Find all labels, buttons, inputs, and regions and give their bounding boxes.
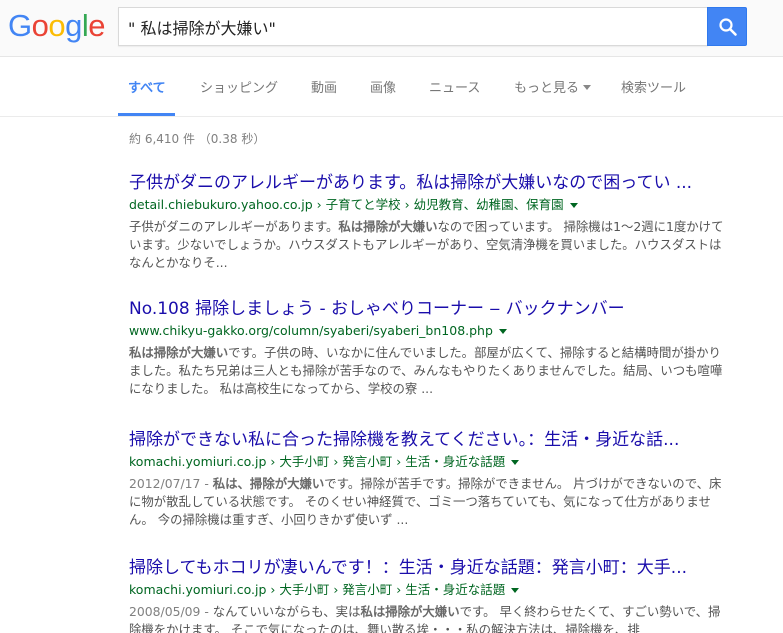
chevron-down-icon <box>583 85 592 90</box>
search-box[interactable] <box>118 7 708 46</box>
snippet-highlight: 私は掃除が大嫌い <box>129 345 229 360</box>
header: Google <box>0 0 783 57</box>
result-url[interactable]: komachi.yomiuri.co.jp › 大手小町 › 発言小町 › 生活… <box>129 581 769 599</box>
result-url[interactable]: www.chikyu-gakko.org/column/syaberi/syab… <box>129 322 769 340</box>
search-icon <box>719 18 737 36</box>
result-url-text: detail.chiebukuro.yahoo.co.jp › 子育てと学校 ›… <box>129 197 564 212</box>
tab-more-label: もっと見る <box>514 81 580 96</box>
google-logo[interactable]: Google <box>8 8 106 44</box>
tab-videos[interactable]: 動画 <box>311 77 337 96</box>
snippet-highlight: 私は、掃除が大嫌い <box>212 476 325 491</box>
result-title-link[interactable]: 掃除してもホコリが凄いんです！：生活・身近な話題：発言小町：大手... <box>129 557 769 579</box>
snippet-highlight: 私は掃除が大嫌い <box>338 219 438 234</box>
search-result: 掃除してもホコリが凄いんです！：生活・身近な話題：発言小町：大手... koma… <box>129 557 769 633</box>
result-date: 2012/07/17 - <box>129 476 213 491</box>
result-snippet: 2012/07/17 - 私は、掃除が大嫌いです。掃除が苦手です。掃除ができませ… <box>129 475 729 529</box>
result-title-link[interactable]: 掃除ができない私に合った掃除機を教えてください。：生活・身近な話... <box>129 429 769 451</box>
logo-letter: o <box>48 8 66 43</box>
search-result: 掃除ができない私に合った掃除機を教えてください。：生活・身近な話... koma… <box>129 429 769 529</box>
result-date: 2008/05/09 - <box>129 604 213 619</box>
snippet-text: なんていいながらも、実は <box>212 604 361 619</box>
tab-news[interactable]: ニュース <box>429 77 480 96</box>
result-stats: 約 6,410 件 （0.38 秒） <box>129 132 266 146</box>
active-tab-indicator <box>118 113 175 116</box>
result-url-text: www.chikyu-gakko.org/column/syaberi/syab… <box>129 323 493 338</box>
logo-letter: e <box>88 8 106 43</box>
tab-search-tools[interactable]: 検索ツール <box>621 77 686 96</box>
tab-shopping[interactable]: ショッピング <box>200 77 278 96</box>
search-input[interactable] <box>128 8 698 45</box>
tab-all[interactable]: すべて <box>128 77 166 96</box>
tab-more[interactable]: もっと見る <box>514 77 592 96</box>
result-url[interactable]: detail.chiebukuro.yahoo.co.jp › 子育てと学校 ›… <box>129 196 769 214</box>
search-button[interactable] <box>707 7 747 46</box>
result-title-link[interactable]: 子供がダニのアレルギーがあります。私は掃除が大嫌いなので困ってい ... <box>129 172 769 194</box>
result-url-text: komachi.yomiuri.co.jp › 大手小町 › 発言小町 › 生活… <box>129 454 506 469</box>
caret-down-icon[interactable] <box>511 588 520 593</box>
search-result: No.108 掃除しましょう - おしゃべりコーナー ‒ バックナンバー www… <box>129 298 769 398</box>
caret-down-icon[interactable] <box>569 203 578 208</box>
result-title-link[interactable]: No.108 掃除しましょう - おしゃべりコーナー ‒ バックナンバー <box>129 298 769 320</box>
result-snippet: 子供がダニのアレルギーがあります。私は掃除が大嫌いなので困っています。 掃除機は… <box>129 218 729 272</box>
caret-down-icon[interactable] <box>498 329 507 334</box>
search-tabs: すべて ショッピング 動画 画像 ニュース もっと見る 検索ツール <box>0 57 783 117</box>
snippet-text: 子供がダニのアレルギーがあります。 <box>129 219 339 234</box>
tab-images[interactable]: 画像 <box>370 77 396 96</box>
result-url[interactable]: komachi.yomiuri.co.jp › 大手小町 › 発言小町 › 生活… <box>129 453 769 471</box>
logo-letter: g <box>65 8 82 43</box>
logo-letter: o <box>31 8 49 43</box>
result-snippet: 私は掃除が大嫌いです。子供の時、いなかに住んでいました。部屋が広くて、掃除すると… <box>129 344 729 398</box>
caret-down-icon[interactable] <box>511 460 520 465</box>
result-url-text: komachi.yomiuri.co.jp › 大手小町 › 発言小町 › 生活… <box>129 582 506 597</box>
result-snippet: 2008/05/09 - なんていいながらも、実は私は掃除が大嫌いです。 早く終… <box>129 603 729 633</box>
snippet-highlight: 私は掃除が大嫌い <box>360 604 460 619</box>
search-result: 子供がダニのアレルギーがあります。私は掃除が大嫌いなので困ってい ... det… <box>129 172 769 272</box>
logo-letter: G <box>8 8 32 43</box>
